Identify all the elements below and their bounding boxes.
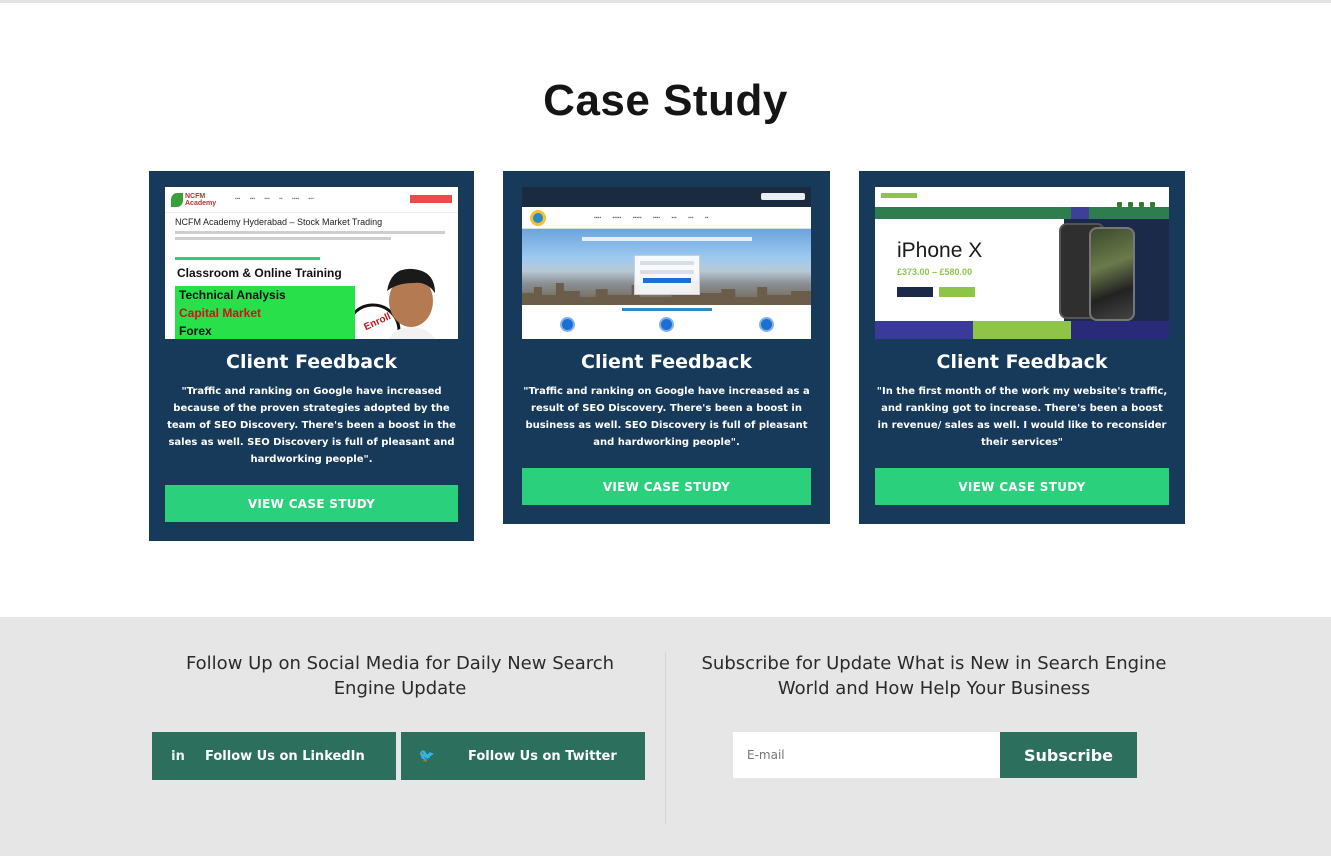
case-study-screenshot-2: ▪▪▪▪ ▪▪▪▪▪ ▪▪▪▪▪ ▪▪▪▪ ▪▪▪ ▪▪▪ ▪▪ [522,187,811,339]
screenshot-logo: NCFM Academy [171,191,216,209]
service-icon [659,317,674,332]
case-study-screenshot-3: iPhone X £373.00 – £580.00 [875,187,1169,339]
screenshot-banner: Classroom & Online Training [177,266,342,280]
email-input[interactable] [733,732,1000,778]
footer-divider [665,652,666,824]
screenshot-heading: NCFM Academy Hyderabad – Stock Market Tr… [175,217,383,227]
case-study-card-2: ▪▪▪▪ ▪▪▪▪▪ ▪▪▪▪▪ ▪▪▪▪ ▪▪▪ ▪▪▪ ▪▪ Client … [503,171,830,524]
card-title: Client Feedback [581,351,752,373]
top-divider [0,0,1331,3]
follow-linkedin-button[interactable]: in Follow Us on LinkedIn [152,732,396,780]
linkedin-icon: in [171,748,185,764]
twitter-label: Follow Us on Twitter [468,748,617,764]
screenshot-logo [881,193,917,198]
card-quote: "Traffic and ranking on Google have incr… [167,386,456,465]
screenshot-nav: NCFM Academy ▪▪▪ ▪▪▪ ▪▪▪ ▪▪ ▪▪▪▪ ▪▪▪ [165,187,458,213]
phone-image [1089,227,1135,321]
twitter-icon: 🐦 [418,748,436,764]
card-title: Client Feedback [936,351,1108,373]
screenshot-product-title: iPhone X [897,239,983,262]
subscribe-heading: Subscribe for Update What is New in Sear… [701,653,1167,699]
view-case-study-button[interactable]: VIEW CASE STUDY [522,468,811,505]
view-case-study-button[interactable]: VIEW CASE STUDY [875,468,1169,505]
service-icon [759,317,774,332]
case-study-screenshot-1: NCFM Academy ▪▪▪ ▪▪▪ ▪▪▪ ▪▪ ▪▪▪▪ ▪▪▪ NCF… [165,187,458,339]
person-photo: Enroll [355,268,435,339]
case-study-card-3: iPhone X £373.00 – £580.00 Client Feedba… [859,171,1185,524]
service-icon [560,317,575,332]
card-quote: "Traffic and ranking on Google have incr… [523,386,810,448]
linkedin-label: Follow Us on LinkedIn [205,748,365,764]
card-title: Client Feedback [226,351,397,373]
screenshot-logo [530,210,546,226]
screenshot-form [634,255,700,295]
view-case-study-button[interactable]: VIEW CASE STUDY [165,485,458,522]
social-heading: Follow Up on Social Media for Daily New … [185,653,615,699]
subscribe-button[interactable]: Subscribe [1000,732,1137,778]
section-title: Case Study [543,76,788,125]
case-study-card-1: NCFM Academy ▪▪▪ ▪▪▪ ▪▪▪ ▪▪ ▪▪▪▪ ▪▪▪ NCF… [149,171,474,541]
card-quote: "In the first month of the work my websi… [876,386,1168,448]
screenshot-price: £373.00 – £580.00 [897,267,973,277]
follow-twitter-button[interactable]: 🐦 Follow Us on Twitter [401,732,645,780]
